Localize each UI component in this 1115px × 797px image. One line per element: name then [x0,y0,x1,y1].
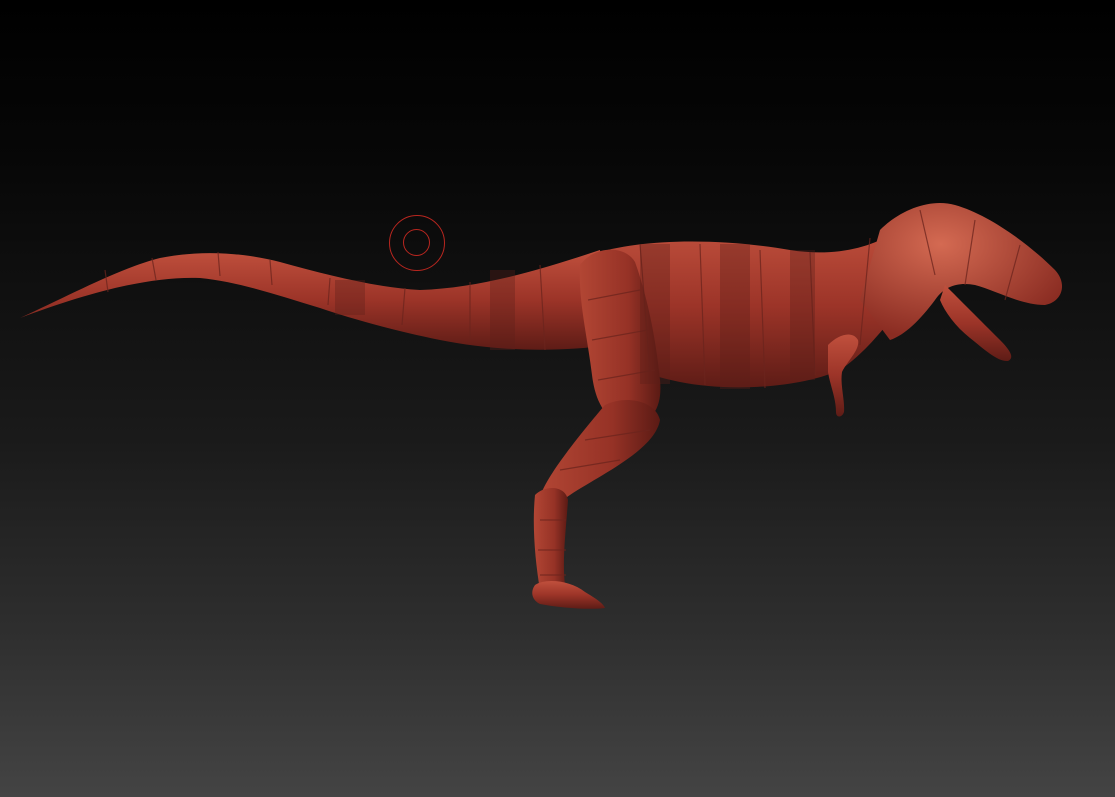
lower-jaw [940,285,1012,362]
sculpt-viewport[interactable] [0,0,1115,797]
brush-cursor [389,215,445,271]
arm [828,334,859,417]
foot [532,580,605,609]
dinosaur-model[interactable] [0,0,1115,797]
tail [20,250,610,350]
brush-cursor-inner-ring [403,229,430,256]
